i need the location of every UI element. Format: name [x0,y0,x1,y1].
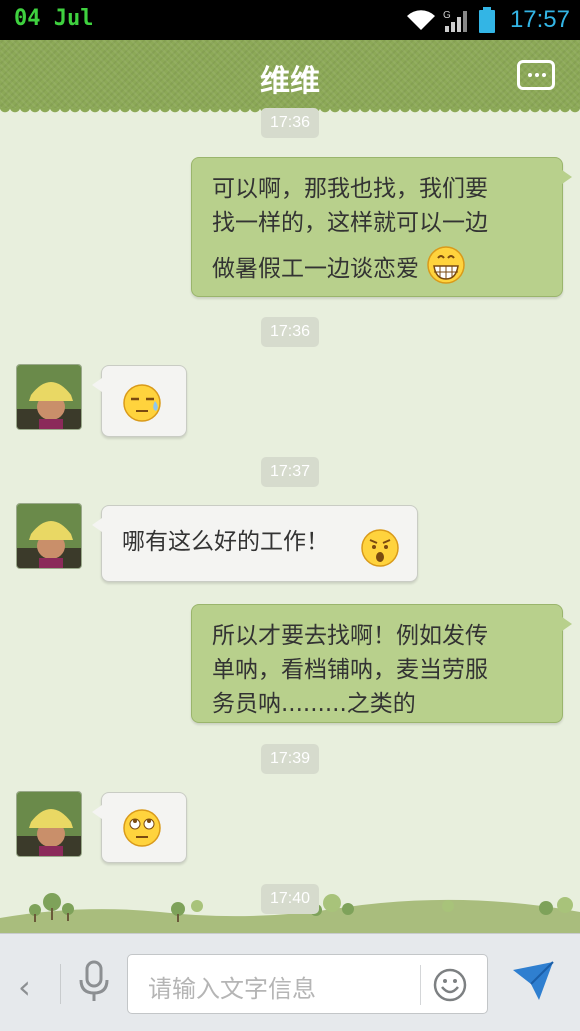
divider [420,965,421,1005]
avatar-photo [17,504,81,568]
input-bar: ‹ 请输入文字信息 [0,933,580,1031]
my-message-bubble[interactable]: 所以才要去找啊！例如发传 单呐，看档铺呐，麦当劳服 务员呐.........之类… [191,604,572,723]
wifi-icon [407,10,435,30]
battery-icon [479,7,495,33]
timestamp: 17:36 [261,317,320,347]
message-input-placeholder: 请输入文字信息 [148,975,316,1003]
contact-avatar[interactable] [16,364,82,430]
message-input[interactable]: 请输入文字信息 [127,954,488,1014]
sweat-emoji-icon [123,384,161,422]
surprised-emoji-icon [361,529,399,567]
more-options-icon[interactable] [517,60,555,90]
svg-text:G: G [443,10,451,21]
rolling-eyes-emoji-icon [123,809,161,847]
message-text: 哪有这么好的工作！ [122,529,329,555]
avatar-photo [17,792,81,856]
status-time: 17:57 [509,6,570,33]
contact-message-bubble[interactable]: 哪有这么好的工作！ [92,505,418,582]
microphone-icon[interactable] [76,960,112,1004]
timestamp: 17:37 [261,457,320,487]
grin-emoji-icon [427,245,466,284]
message-text-line: 可以啊，那我也找，我们要 [212,176,488,202]
contact-avatar[interactable] [16,791,82,857]
chevron-left-icon[interactable]: ‹ [18,968,31,1006]
contact-message-bubble[interactable] [92,792,187,863]
message-text-line: 务员呐.........之类的 [212,691,416,717]
message-text-line: 所以才要去找啊！例如发传 [212,623,488,649]
contact-message-bubble[interactable] [92,365,187,437]
status-bar: 04 Jul G 17:57 [0,0,580,40]
emoji-smile-icon[interactable] [433,968,467,1002]
message-text-line: 做暑假工一边谈恋爱 [212,256,419,282]
timestamp: 17:39 [261,744,320,774]
timestamp: 17:36 [261,108,320,138]
avatar-photo [17,365,81,429]
chat-header: 维维 [0,40,580,114]
my-message-bubble[interactable]: 可以啊，那我也找，我们要 找一样的，这样就可以一边 做暑假工一边谈恋爱 [191,157,572,297]
chat-title: 维维 [260,64,320,99]
signal-icon: G [443,10,467,32]
contact-avatar[interactable] [16,503,82,569]
timestamp: 17:40 [261,884,320,914]
status-date: 04 Jul [14,6,94,31]
send-icon[interactable] [511,960,555,1002]
divider [60,964,61,1004]
message-text-line: 单呐，看档铺呐，麦当劳服 [212,657,488,683]
message-text-line: 找一样的，这样就可以一边 [212,210,488,236]
